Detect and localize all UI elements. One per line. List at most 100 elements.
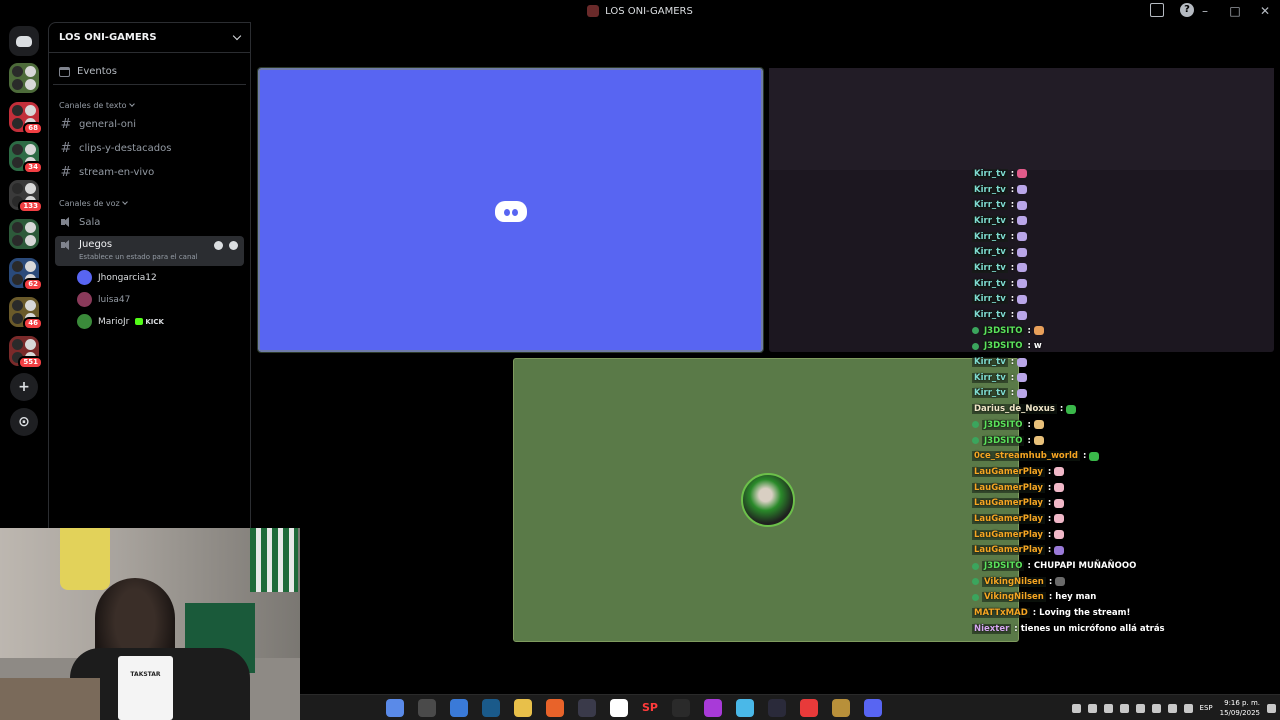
chat-separator: : [1032, 608, 1037, 619]
chat-message: Kirr_tv: [972, 292, 1272, 308]
server-folder[interactable]: 68 [9, 102, 43, 135]
verified-icon [972, 421, 979, 429]
server-folder[interactable]: 133 [9, 180, 43, 213]
chat-separator: : [1082, 451, 1087, 462]
channel-status-hint[interactable]: Establece un estado para el canal [79, 253, 239, 261]
chat-message: Kirr_tv: [972, 244, 1272, 260]
notification-icon[interactable] [1267, 703, 1276, 713]
nvidia-tray-icon[interactable] [1103, 703, 1113, 713]
home-button[interactable] [9, 26, 39, 56]
server-thumb [25, 79, 36, 90]
text-channel[interactable]: # stream-en-vivo [55, 161, 244, 183]
chat-username: Kirr_tv [972, 262, 1008, 273]
server-folder[interactable]: 34 [9, 141, 43, 174]
minimize-button[interactable]: – [1190, 4, 1220, 18]
server-header[interactable]: LOS ONI-GAMERS [49, 23, 250, 53]
events-item[interactable]: Eventos [53, 61, 246, 85]
steam-app-icon[interactable] [578, 699, 596, 717]
explore-button[interactable]: ⊙ [10, 408, 38, 436]
active-voice-channel[interactable]: Juegos Establece un estado para el canal [55, 236, 244, 266]
text-channel[interactable]: # general-oni [55, 113, 244, 135]
riotclient-app-icon[interactable] [799, 699, 818, 717]
events-label: Eventos [77, 66, 117, 77]
text-channel-name: clips-y-destacados [79, 142, 172, 154]
emote-icon [1017, 216, 1028, 226]
copilot-app-icon[interactable] [386, 699, 404, 717]
steam2-app-icon[interactable] [767, 699, 786, 717]
text-category-label: Canales de texto [59, 100, 127, 110]
server-thumb [12, 300, 23, 311]
emote-icon [1017, 200, 1028, 210]
bluetooth-icon[interactable] [1119, 703, 1129, 713]
chat-separator: : [1014, 623, 1018, 634]
chevron-down-icon [121, 199, 128, 205]
server-icon [587, 5, 600, 17]
voice-member[interactable]: MarioJr KICK [77, 311, 250, 332]
inbox-icon[interactable] [1150, 3, 1164, 17]
chat-message: Kirr_tv: [972, 276, 1272, 292]
verified-icon [972, 593, 979, 601]
explorer-app-icon[interactable] [514, 699, 532, 717]
network-icon[interactable] [1183, 703, 1193, 713]
text-category[interactable]: Canales de texto [59, 99, 250, 111]
stream-chat-overlay: Kirr_tv: Kirr_tv: Kirr_tv: Kirr_tv: Kirr_tv:… [972, 166, 1272, 637]
clock[interactable]: 9:16 p. m. 15/09/2025 [1220, 698, 1260, 718]
chat-message: J3DSITO: w [972, 339, 1272, 355]
voice-member[interactable]: luisa47 [77, 289, 250, 310]
close-button[interactable]: ✕ [1250, 4, 1280, 18]
discord-app-icon[interactable] [863, 699, 882, 717]
voice-member[interactable]: Jhongarcia12 [77, 267, 250, 288]
chat-message: Kirr_tv: [972, 213, 1272, 229]
channel-sidebar: LOS ONI-GAMERS Eventos Canales de texto … [48, 22, 251, 528]
video-tile-placeholder[interactable] [257, 67, 764, 353]
mic-icon[interactable] [1167, 703, 1177, 713]
maximize-button[interactable]: □ [1220, 4, 1250, 18]
window-title: LOS ONI-GAMERS [587, 5, 693, 17]
chat-message: LauGamerPlay: [972, 495, 1272, 511]
xbox-app-icon[interactable] [703, 699, 722, 717]
chat-separator: : [1047, 545, 1052, 556]
voice-category[interactable]: Canales de voz [59, 197, 250, 209]
text-channel[interactable]: # clips-y-destacados [55, 137, 244, 159]
server-folder[interactable] [9, 219, 39, 249]
chrome-app-icon[interactable] [735, 699, 754, 717]
emote-icon [1089, 451, 1100, 461]
server-folder[interactable]: 46 [9, 297, 43, 330]
voice-channel[interactable]: Sala [55, 211, 244, 233]
server-thumb [12, 157, 23, 168]
invite-icon[interactable] [229, 241, 238, 250]
riot-app-icon[interactable] [671, 699, 690, 717]
settings-app-icon[interactable] [418, 699, 436, 717]
chat-username: Kirr_tv [972, 200, 1008, 211]
emote-icon [1017, 169, 1028, 179]
chat-icon[interactable] [214, 241, 223, 250]
text-channel-list: # general-oni # clips-y-destacados # stream-e… [49, 113, 250, 183]
brave-app-icon[interactable] [546, 699, 564, 717]
league-app-icon[interactable] [482, 699, 500, 717]
add-server-button[interactable]: + [10, 373, 38, 401]
language-indicator[interactable]: ESP [1200, 704, 1213, 712]
steam-tray-icon[interactable] [1087, 703, 1097, 713]
user-tile[interactable] [513, 358, 1019, 642]
pen-icon[interactable] [1135, 703, 1145, 713]
chevron-up-icon[interactable] [1071, 703, 1081, 713]
chat-username: Kirr_tv [972, 184, 1008, 195]
calendar-icon [59, 66, 70, 77]
chat-username: LauGamerPlay [972, 545, 1045, 556]
store-app-icon[interactable] [450, 699, 468, 717]
server-thumb [12, 118, 23, 129]
server-folder[interactable]: 551 [9, 336, 43, 369]
volume-icon[interactable] [1151, 703, 1161, 713]
server-folder[interactable]: 62 [9, 258, 43, 291]
chat-message: Kirr_tv: [972, 386, 1272, 402]
whatsapp-app-icon[interactable] [610, 699, 628, 717]
chat-separator: : [1010, 372, 1015, 383]
emote-icon [1054, 483, 1065, 493]
server-folder[interactable] [9, 63, 39, 93]
chat-separator: : [1010, 168, 1015, 179]
mention-badge: 34 [23, 161, 43, 174]
chat-message: Kirr_tv: [972, 166, 1272, 182]
sp-app-icon[interactable]: SP [642, 699, 658, 717]
lol-app-icon[interactable] [831, 699, 850, 717]
chat-text: tienes un micrófono allá atrás [1020, 623, 1165, 634]
